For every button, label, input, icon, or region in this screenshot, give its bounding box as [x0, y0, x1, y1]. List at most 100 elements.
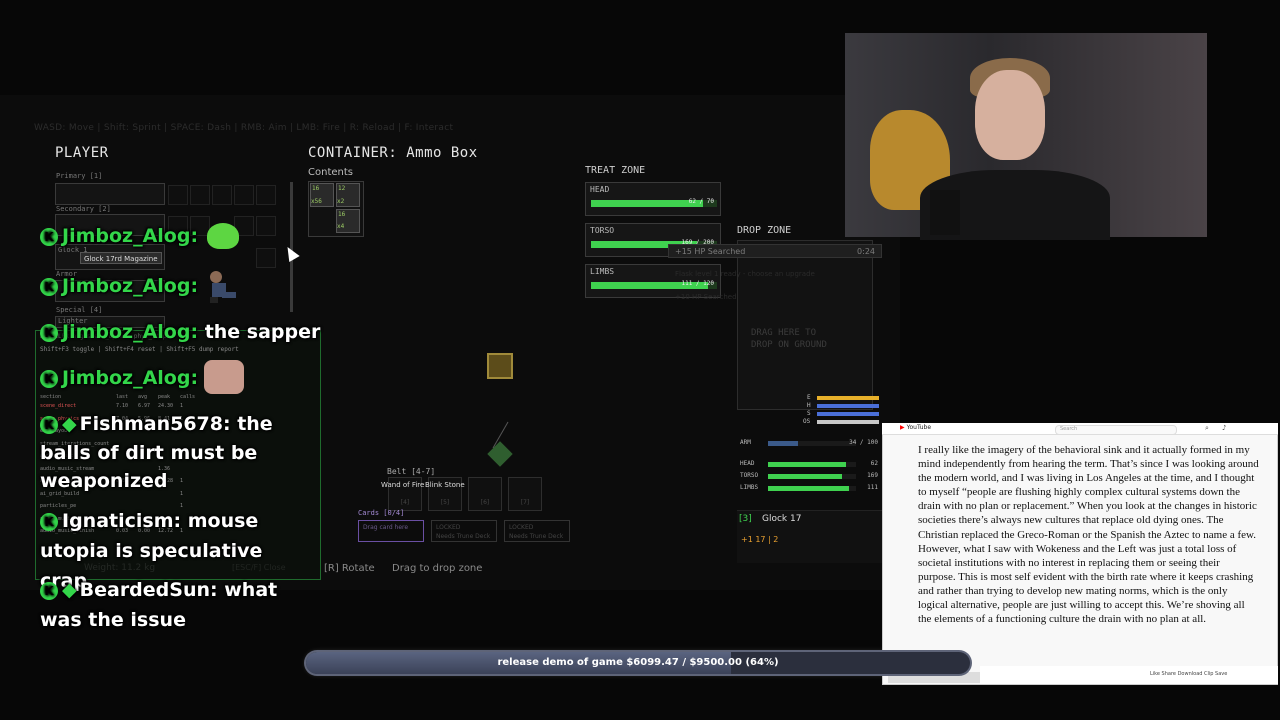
searched-notification: +15 HP Searched 0:24 — [668, 244, 882, 258]
weapon-ammo: +1 17 | 2 — [741, 535, 779, 544]
profiler-cell: last — [116, 394, 129, 400]
profiler-cell: 24.30 — [158, 403, 174, 409]
special-slot-label: Special [4] — [56, 306, 103, 314]
card-slot-locked[interactable]: LOCKED Needs Trune Deck — [431, 520, 497, 542]
container-title: CONTAINER: Ammo Box — [308, 145, 478, 161]
chat-username: Ignaticism: — [62, 510, 182, 532]
card-slot-locked[interactable]: LOCKED Needs Trune Deck — [504, 520, 570, 542]
faded-notification: Flask level 1 ready - choose an upgrade — [675, 270, 815, 278]
energy-bar — [817, 396, 879, 400]
attachment-slot[interactable] — [212, 185, 232, 205]
youtube-logo[interactable]: YouTube — [900, 424, 931, 431]
belt-slot[interactable]: [7] — [508, 477, 542, 511]
stat-row-torso: TORSO 169 — [740, 472, 878, 479]
health-bar-fill — [591, 200, 703, 207]
ammo-count: x56 — [311, 198, 322, 205]
diamond-badge-icon: ◆ — [62, 579, 77, 601]
k-badge-icon: K — [40, 582, 58, 600]
belt-label: Belt [4-7] — [387, 467, 436, 476]
oxygen-bar — [817, 420, 879, 424]
k-badge-icon: K — [40, 416, 58, 434]
zone-label: HEAD — [590, 185, 610, 194]
zone-label: TORSO — [590, 226, 615, 235]
hydration-bar — [817, 404, 879, 408]
chat-message: K ◆ BeardedSun: what was the issue — [40, 576, 290, 635]
youtube-action-bar — [980, 666, 1278, 684]
controls-hint-bar: WASD: Move | Shift: Sprint | SPACE: Dash… — [34, 123, 454, 133]
profiler-cell: calls — [180, 394, 196, 400]
treat-zone-head[interactable]: HEAD 62 / 70 — [585, 182, 721, 216]
search-icon[interactable]: ⌕ — [1205, 424, 1209, 433]
stamina-bar — [817, 412, 879, 416]
diamond-badge-icon: ◆ — [62, 413, 77, 435]
profiler-cell: scene_direct — [40, 403, 77, 409]
chat-message: K Jimboz_Alog: — [40, 222, 198, 251]
chat-username: BeardedSun: — [79, 579, 218, 601]
profiler-cell: 6.97 — [138, 403, 151, 409]
cards-label: Cards [0/4] — [358, 509, 405, 517]
belt-slot[interactable]: [6] — [468, 477, 502, 511]
chat-text: the sapper — [204, 321, 321, 343]
card-drop-slot[interactable]: Drag card here — [358, 520, 424, 542]
chat-message: K Jimboz_Alog: — [40, 272, 198, 301]
player-panel-title: PLAYER — [55, 145, 109, 161]
belt-item-name: Wand of Fire — [381, 481, 425, 489]
attachment-slot[interactable] — [168, 185, 188, 205]
ammo-count: x4 — [337, 223, 345, 230]
attachment-slot[interactable] — [234, 185, 254, 205]
youtube-actions[interactable]: Like Share Download Clip Save — [1150, 671, 1227, 677]
emote-image — [207, 223, 239, 249]
attachment-slot[interactable] — [256, 216, 276, 236]
chat-username: Fishman5678: — [79, 413, 231, 435]
k-badge-icon: K — [40, 370, 58, 388]
ammo-box-world-object[interactable] — [487, 353, 513, 379]
chat-message: K Jimboz_Alog: the sapper — [40, 318, 320, 347]
weapon-name: Glock 17 — [762, 514, 802, 524]
belt-item-name: Blink Stone — [425, 481, 465, 489]
weapon-slot-key: [3] — [739, 514, 752, 524]
ammo-count: x2 — [337, 198, 345, 205]
drop-zone-hint: DRAG HERE TO DROP ON GROUND — [751, 328, 827, 350]
emote-image — [210, 271, 236, 303]
k-badge-icon: K — [40, 278, 58, 296]
searched-timer: 0:24 — [857, 247, 875, 256]
primary-weapon-slot[interactable] — [55, 183, 165, 205]
search-placeholder: Search — [1060, 426, 1078, 432]
chat-message: K Jimboz_Alog: — [40, 364, 198, 393]
k-badge-icon: K — [40, 324, 58, 342]
k-badge-icon: K — [40, 513, 58, 531]
treat-zone-title: TREAT ZONE — [585, 165, 646, 176]
emote-image — [204, 360, 244, 394]
webcam-streamer-face — [975, 70, 1045, 160]
profiler-cell: 1 — [180, 403, 184, 409]
attachment-slot[interactable] — [256, 248, 276, 268]
video-text-content: I really like the imagery of the behavio… — [918, 444, 1259, 626]
drag-hint: Drag to drop zone — [392, 563, 483, 574]
chat-username: Jimboz_Alog: — [62, 225, 199, 247]
attachment-slot[interactable] — [190, 185, 210, 205]
notification-bell-icon[interactable]: ♪ — [1222, 424, 1226, 432]
profiler-cell: peak — [158, 394, 171, 400]
faded-notification: +10 HP Searched — [675, 293, 737, 301]
secondary-slot-label: Secondary [2] — [56, 205, 111, 213]
chat-username: Jimboz_Alog: — [62, 275, 199, 297]
profiler-shortcuts: Shift+F3 toggle | Shift+F4 reset | Shift… — [40, 346, 239, 353]
primary-slot-label: Primary [1] — [56, 172, 103, 180]
rotate-hint: [R] Rotate — [324, 563, 375, 574]
drop-zone-title: DROP ZONE — [737, 225, 792, 236]
profiler-cell: 7.10 — [116, 403, 129, 409]
youtube-search-input[interactable]: Search — [1055, 425, 1177, 435]
drop-zone[interactable] — [737, 240, 873, 410]
zone-value: 62 / 70 — [688, 198, 714, 205]
chat-username: Jimboz_Alog: — [62, 367, 199, 389]
webcam-microphone — [930, 190, 960, 235]
stat-row-arm: ARM 34 / 100 — [740, 439, 878, 446]
contents-label: Contents — [308, 167, 353, 178]
stat-row-head: HEAD 62 — [740, 460, 878, 467]
zone-label: LIMBS — [590, 267, 615, 276]
attachment-slot[interactable] — [256, 185, 276, 205]
status-panel: E H S OS ARM 34 / 100 HEAD 62 TORSO 169 … — [737, 392, 882, 502]
stat-row-limbs: LIMBS 111 — [740, 484, 878, 491]
profiler-cell: avg — [138, 394, 148, 400]
chat-username: Jimboz_Alog: — [62, 321, 199, 343]
